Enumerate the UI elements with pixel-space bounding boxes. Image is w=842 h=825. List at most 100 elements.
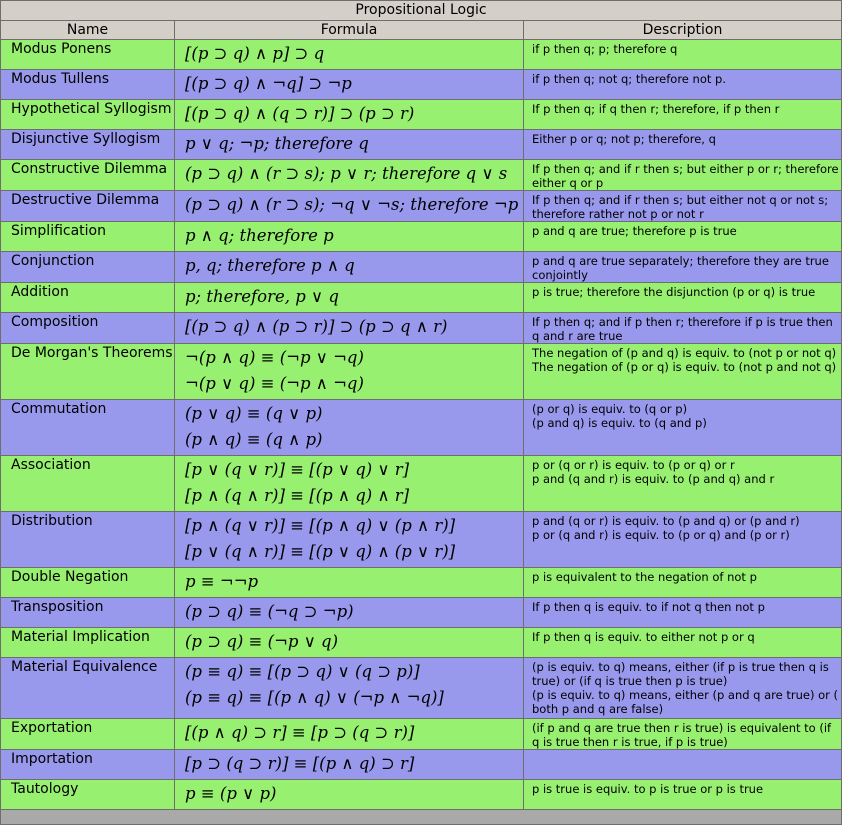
formula-column-header: Formula <box>174 20 524 40</box>
rule-name: Distribution <box>0 511 175 568</box>
table-row: Constructive Dilemma (p ⊃ q) ∧ (r ⊃ s); p… <box>0 159 842 191</box>
formula-line: [(p ⊃ q) ∧ (p ⊃ r)] ⊃ (p ⊃ q ∧ r) <box>185 317 448 336</box>
table-row: Material Implication (p ⊃ q) ≡ (¬p ∨ q) If… <box>0 627 842 658</box>
rule-name: Double Negation <box>0 567 175 598</box>
table-row: Destructive Dilemma (p ⊃ q) ∧ (r ⊃ s); ¬q… <box>0 190 842 222</box>
rule-description: p is true is equiv. to p is true or p is… <box>523 779 842 810</box>
description-line: p or (q or r) is equiv. to (p or q) or r <box>532 458 735 472</box>
formula-line: (p ⊃ q) ∧ (r ⊃ s); ¬q ∨ ¬s; therefore ¬p… <box>185 195 523 214</box>
formula-line: (p ⊃ q) ∧ (r ⊃ s); p ∨ r; therefore q ∨ … <box>185 164 508 183</box>
rule-formula: [(p ⊃ q) ∧ (q ⊃ r)] ⊃ (p ⊃ r) <box>174 99 524 130</box>
rule-name: Tautology <box>0 779 175 810</box>
rule-formula: p, q; therefore p ∧ q <box>174 251 524 283</box>
rule-name: Conjunction <box>0 251 175 283</box>
name-column-header: Name <box>0 20 175 40</box>
table-row: Conjunction p, q; therefore p ∧ q p and q … <box>0 251 842 283</box>
description-line: Either p or q; not p; therefore, q <box>532 132 716 146</box>
rule-description: p is equivalent to the negation of not p <box>523 567 842 598</box>
table-row: De Morgan's Theorems ¬(p ∧ q) ≡ (¬p ∨ ¬q)… <box>0 343 842 400</box>
description-line: (p is equiv. to q) means, either (p and … <box>532 688 839 716</box>
rule-name: Constructive Dilemma <box>0 159 175 191</box>
formula-line: p; therefore, p ∨ q <box>185 287 339 306</box>
rule-description: The negation of (p and q) is equiv. to (… <box>523 343 842 400</box>
table-row: Transposition (p ⊃ q) ≡ (¬q ⊃ ¬p) If p the… <box>0 597 842 628</box>
rule-description: p or (q or r) is equiv. to (p or q) or r… <box>523 455 842 512</box>
formula-line: [(p ∧ q) ⊃ r] ≡ [p ⊃ (q ⊃ r)] <box>185 723 415 742</box>
formula-line: p, q; therefore p ∧ q <box>185 256 355 275</box>
rule-name: Destructive Dilemma <box>0 190 175 222</box>
formula-line: (p ⊃ q) ≡ (¬q ⊃ ¬p) <box>185 602 354 621</box>
formula-line: (p ≡ q) ≡ [(p ⊃ q) ∨ (q ⊃ p)] <box>185 662 420 681</box>
rule-description: (p is equiv. to q) means, either (if p i… <box>523 657 842 719</box>
table-row: Distribution [p ∧ (q ∨ r)] ≡ [(p ∧ q) ∨ (… <box>0 511 842 568</box>
footer-row <box>0 809 842 825</box>
rule-name: Association <box>0 455 175 512</box>
description-line: (if p and q are true then r is true) is … <box>532 721 832 749</box>
rule-formula: p ∧ q; therefore p <box>174 221 524 252</box>
description-line: The negation of (p and q) is equiv. to (… <box>532 346 837 360</box>
rule-description: if p then q; p; therefore q <box>523 39 842 70</box>
table-row: Simplification p ∧ q; therefore p p and q … <box>0 221 842 252</box>
rule-name: Material Equivalence <box>0 657 175 719</box>
description-line: (p is equiv. to q) means, either (if p i… <box>532 660 829 688</box>
rule-name: Modus Tullens <box>0 69 175 100</box>
description-line: p and q are true separately; therefore t… <box>532 254 829 282</box>
rule-description: (p or q) is equiv. to (q or p) (p and q) … <box>523 399 842 456</box>
description-line: (p or q) is equiv. to (q or p) <box>532 402 688 416</box>
rule-formula: [(p ∧ q) ⊃ r] ≡ [p ⊃ (q ⊃ r)] <box>174 718 524 750</box>
rule-description: If p then q is equiv. to either not p or… <box>523 627 842 658</box>
formula-line: (p ∧ q) ≡ (q ∧ p) <box>185 430 323 449</box>
rule-formula: p ∨ q; ¬p; therefore q <box>174 129 524 160</box>
description-line: p and (q or r) is equiv. to (p and q) or… <box>532 514 800 528</box>
table-row: Importation [p ⊃ (q ⊃ r)] ≡ [(p ∧ q) ⊃ r] <box>0 749 842 780</box>
description-line: p or (q and r) is equiv. to (p or q) and… <box>532 528 790 542</box>
footer-bar <box>0 809 842 825</box>
description-line: If p then q is equiv. to if not q then n… <box>532 600 765 614</box>
table-row: Commutation (p ∨ q) ≡ (q ∨ p) (p ∧ q) ≡ (q… <box>0 399 842 456</box>
description-line: If p then q; if q then r; therefore, if … <box>532 102 780 116</box>
formula-line: [p ∨ (q ∧ r)] ≡ [(p ∨ q) ∧ (p ∨ r)] <box>185 542 456 561</box>
formula-line: [(p ⊃ q) ∧ ¬q] ⊃ ¬p <box>185 74 352 93</box>
table-row: Disjunctive Syllogism p ∨ q; ¬p; therefor… <box>0 129 842 160</box>
rule-formula: [(p ⊃ q) ∧ p] ⊃ q <box>174 39 524 70</box>
formula-line: p ≡ (p ∨ p) <box>185 784 277 803</box>
description-column-header: Description <box>523 20 842 40</box>
description-line: p and q are true; therefore p is true <box>532 224 737 238</box>
rule-description: if p then q; not q; therefore not p. <box>523 69 842 100</box>
formula-line: [p ∨ (q ∨ r)] ≡ [(p ∨ q) ∨ r] <box>185 460 410 479</box>
rule-name: Disjunctive Syllogism <box>0 129 175 160</box>
rule-description: If p then q; and if r then s; but either… <box>523 159 842 191</box>
table-body: Modus Ponens [(p ⊃ q) ∧ p] ⊃ q if p then q… <box>0 39 842 810</box>
rule-description: (if p and q are true then r is true) is … <box>523 718 842 750</box>
table-title: Propositional Logic <box>0 0 842 21</box>
table-row: Material Equivalence (p ≡ q) ≡ [(p ⊃ q) ∨… <box>0 657 842 719</box>
table-row: Composition [(p ⊃ q) ∧ (p ⊃ r)] ⊃ (p ⊃ q … <box>0 312 842 344</box>
description-line: If p then q; and if r then s; but either… <box>532 162 839 190</box>
formula-line: p ∧ q; therefore p <box>185 226 334 245</box>
rule-description: If p then q is equiv. to if not q then n… <box>523 597 842 628</box>
rule-description: If p then q; if q then r; therefore, if … <box>523 99 842 130</box>
description-line: If p then q; and if p then r; therefore … <box>532 315 833 343</box>
rule-formula: p ≡ ¬¬p <box>174 567 524 598</box>
formula-line: (p ∨ q) ≡ (q ∨ p) <box>185 404 323 423</box>
rule-formula: (p ⊃ q) ∧ (r ⊃ s); ¬q ∨ ¬s; therefore ¬p… <box>174 190 524 222</box>
rule-name: Composition <box>0 312 175 344</box>
table-title-row: Propositional Logic <box>0 0 842 21</box>
rule-formula: p; therefore, p ∨ q <box>174 282 524 313</box>
description-line: if p then q; p; therefore q <box>532 42 678 56</box>
rule-formula: (p ⊃ q) ≡ (¬p ∨ q) <box>174 627 524 658</box>
table-row: Association [p ∨ (q ∨ r)] ≡ [(p ∨ q) ∨ r]… <box>0 455 842 512</box>
formula-line: [p ⊃ (q ⊃ r)] ≡ [(p ∧ q) ⊃ r] <box>185 754 415 773</box>
description-line: if p then q; not q; therefore not p. <box>532 72 726 86</box>
rule-description: p and (q or r) is equiv. to (p and q) or… <box>523 511 842 568</box>
description-line: If p then q; and if r then s; but either… <box>532 193 829 221</box>
table-row: Addition p; therefore, p ∨ q p is true; th… <box>0 282 842 313</box>
formula-line: (p ≡ q) ≡ [(p ∧ q) ∨ (¬p ∧ ¬q)] <box>185 688 444 707</box>
rule-name: Importation <box>0 749 175 780</box>
rule-description: If p then q; and if r then s; but either… <box>523 190 842 222</box>
table-row: Modus Tullens [(p ⊃ q) ∧ ¬q] ⊃ ¬p if p the… <box>0 69 842 100</box>
table-row: Tautology p ≡ (p ∨ p) p is true is equiv. … <box>0 779 842 810</box>
rule-name: Exportation <box>0 718 175 750</box>
formula-line: (p ⊃ q) ≡ (¬p ∨ q) <box>185 632 339 651</box>
description-line: If p then q is equiv. to either not p or… <box>532 630 755 644</box>
